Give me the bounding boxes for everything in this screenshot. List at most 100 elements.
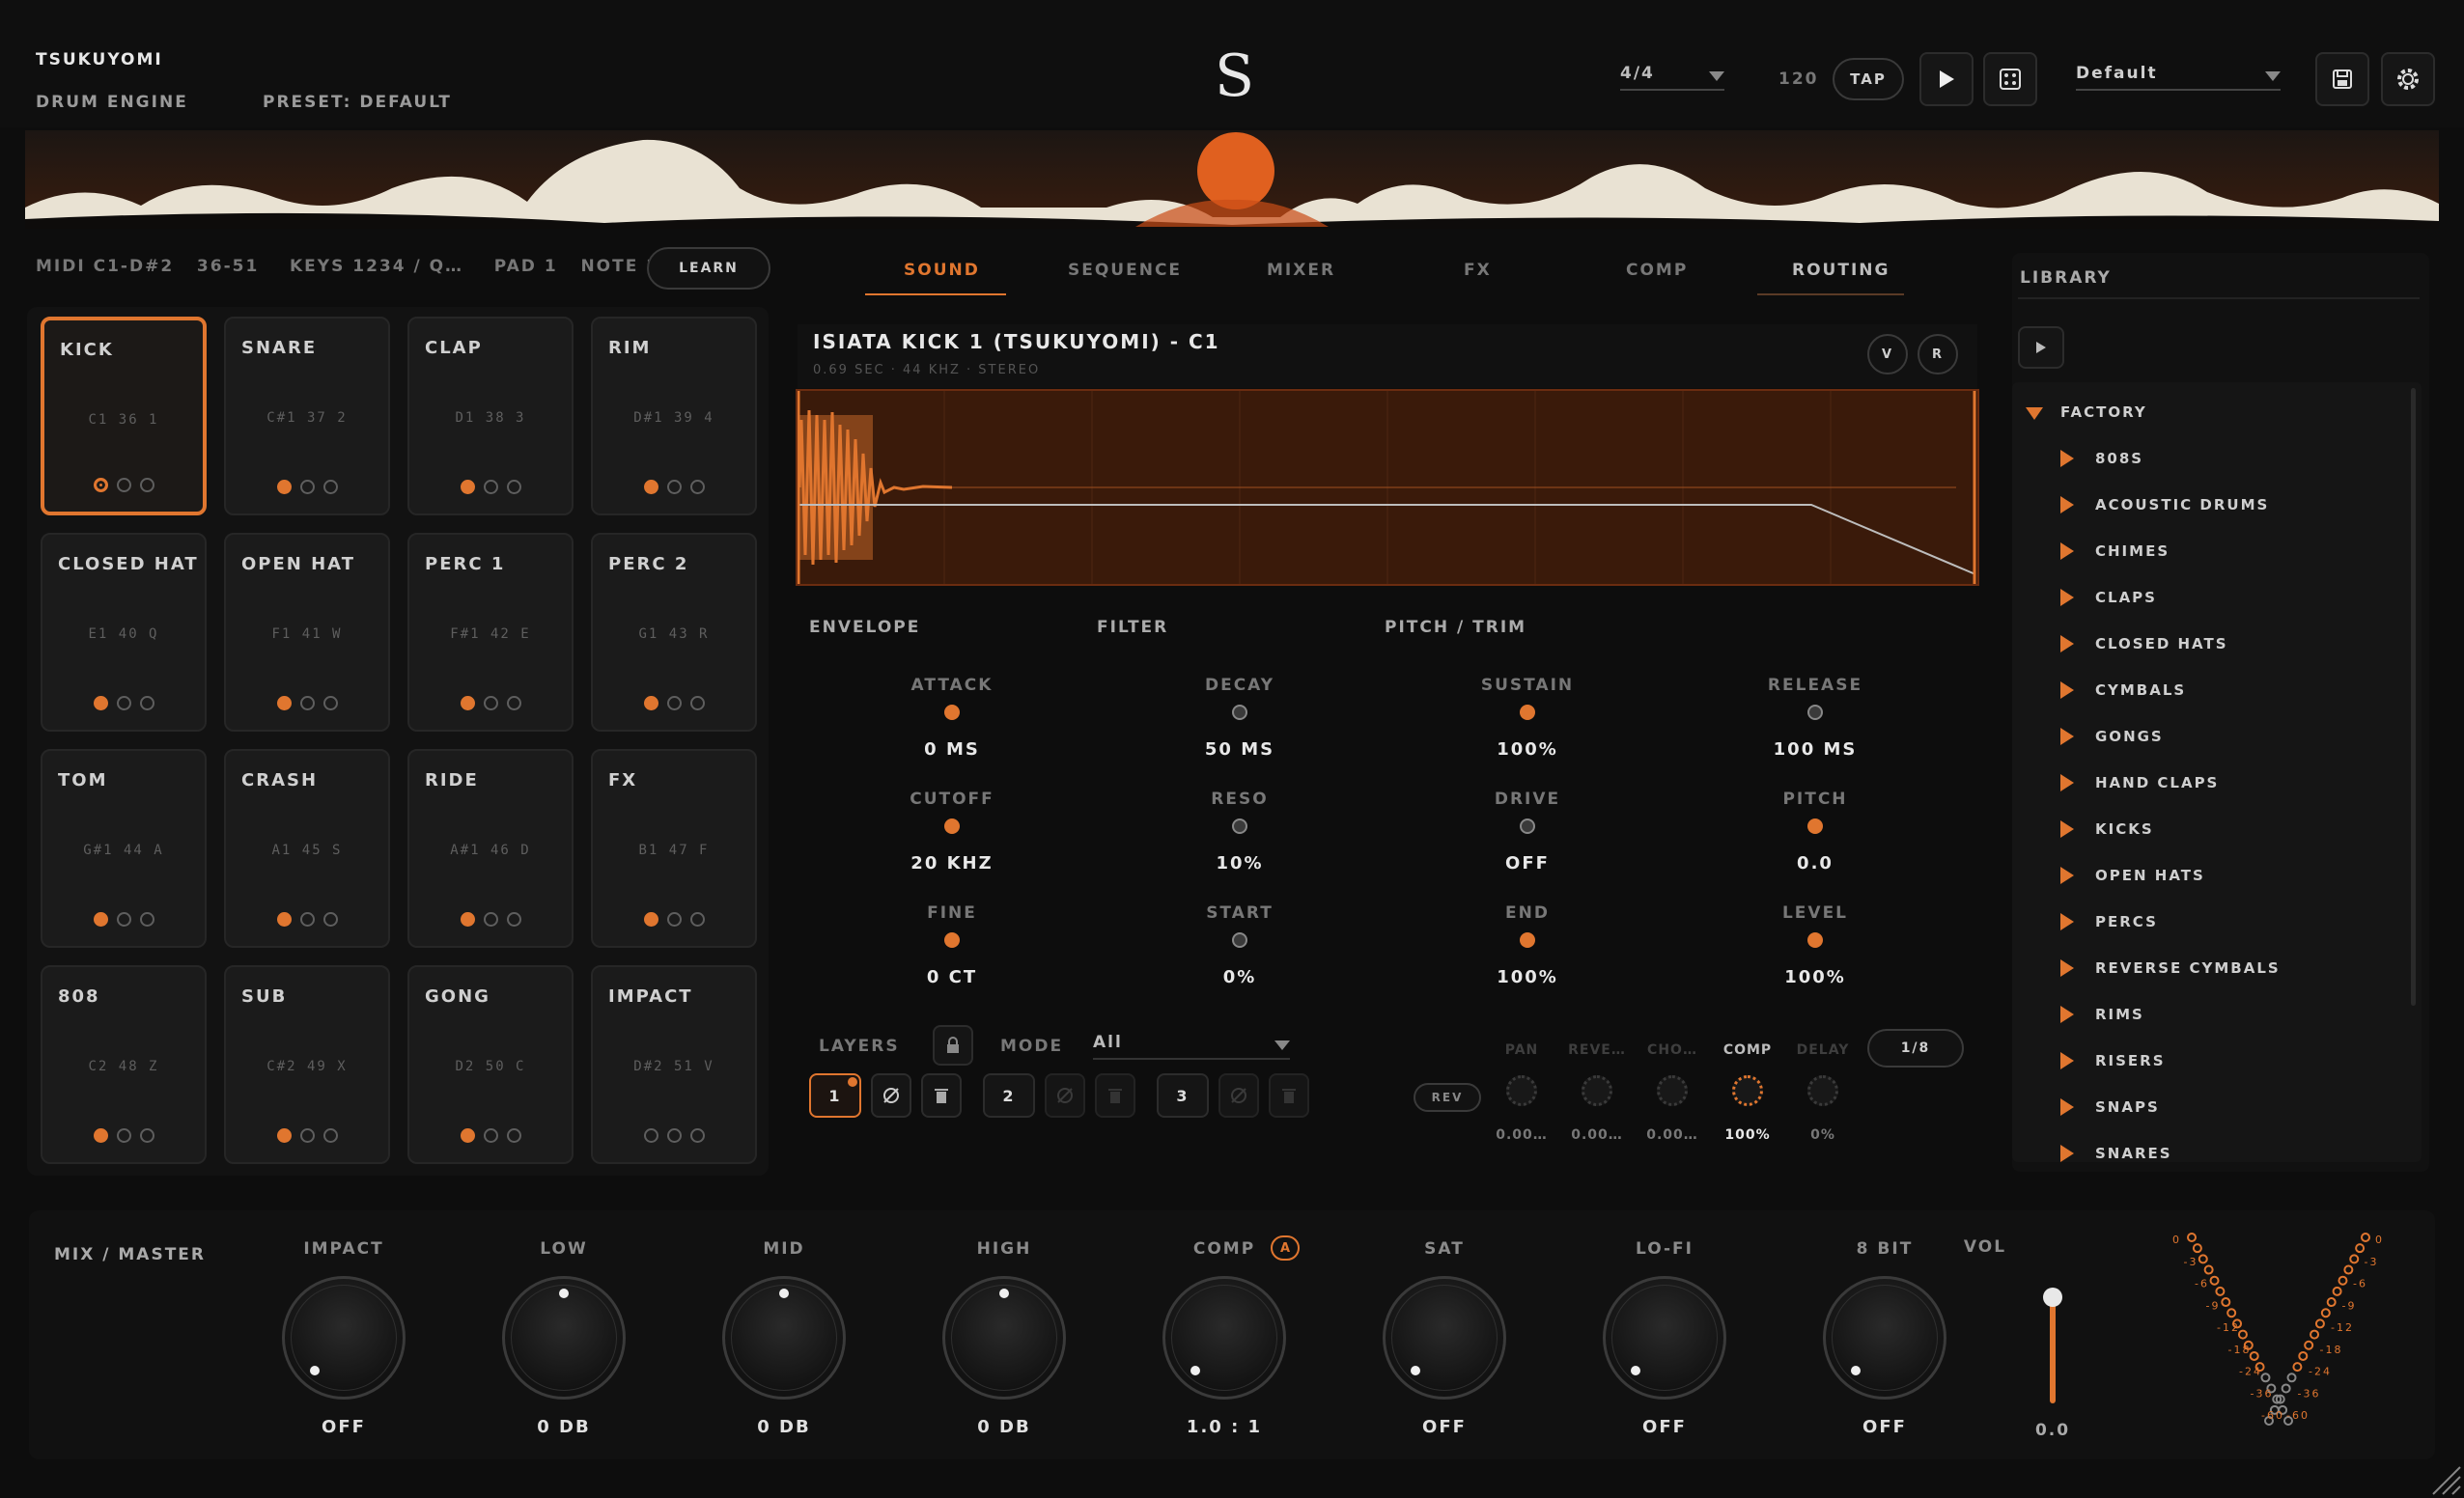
pad-clap[interactable]: CLAP D1 38 3 bbox=[407, 317, 574, 515]
settings-button[interactable] bbox=[2381, 52, 2435, 106]
fx-send-knob[interactable] bbox=[1657, 1075, 1688, 1106]
library-folder-factory[interactable]: FACTORY bbox=[2060, 403, 2147, 421]
expand-triangle-icon[interactable] bbox=[2060, 1006, 2074, 1023]
comp-auto-badge[interactable]: A bbox=[1271, 1235, 1300, 1261]
pad-perc-1[interactable]: PERC 1 F#1 42 E bbox=[407, 533, 574, 732]
bpm-value[interactable]: 120 bbox=[1778, 69, 1819, 89]
library-folder-open-hats[interactable]: OPEN HATS bbox=[2095, 867, 2205, 884]
reverse-button[interactable]: REV bbox=[1414, 1083, 1481, 1112]
tab-comp[interactable]: COMP bbox=[1626, 261, 1688, 280]
sustain-knob[interactable] bbox=[1520, 705, 1535, 720]
expand-triangle-icon[interactable] bbox=[2060, 1098, 2074, 1116]
pad-sub[interactable]: SUB C#2 49 X bbox=[224, 965, 390, 1164]
layer-3-phase-button[interactable] bbox=[1218, 1073, 1259, 1118]
library-folder-acoustic-drums[interactable]: ACOUSTIC DRUMS bbox=[2095, 496, 2269, 513]
expand-triangle-icon[interactable] bbox=[2060, 913, 2074, 930]
pad-crash[interactable]: CRASH A1 45 S bbox=[224, 749, 390, 948]
library-scrollbar[interactable] bbox=[2411, 388, 2416, 1006]
layer-2-phase-button[interactable] bbox=[1045, 1073, 1085, 1118]
layer-2-button[interactable]: 2 bbox=[983, 1073, 1035, 1118]
expand-triangle-icon[interactable] bbox=[2060, 589, 2074, 606]
mode-select[interactable]: All bbox=[1093, 1033, 1290, 1060]
drive-knob[interactable] bbox=[1520, 818, 1535, 834]
layer-3-button[interactable]: 3 bbox=[1157, 1073, 1209, 1118]
layer-1-phase-button[interactable] bbox=[871, 1073, 911, 1118]
library-folder-risers[interactable]: RISERS bbox=[2095, 1052, 2166, 1069]
tab-sound[interactable]: SOUND bbox=[904, 261, 980, 280]
library-folder-percs[interactable]: PERCS bbox=[2095, 913, 2158, 930]
expand-triangle-icon[interactable] bbox=[2026, 407, 2043, 420]
fx-send-knob[interactable] bbox=[1506, 1075, 1537, 1106]
time-signature-select[interactable]: 4/4 bbox=[1620, 64, 1724, 91]
tap-button[interactable]: TAP bbox=[1833, 58, 1904, 100]
library-folder-gongs[interactable]: GONGS bbox=[2095, 728, 2164, 745]
sync-rate-button[interactable]: 1/8 bbox=[1867, 1029, 1964, 1068]
library-preview-button[interactable] bbox=[2018, 326, 2064, 369]
expand-triangle-icon[interactable] bbox=[2060, 820, 2074, 838]
volume-slider-track[interactable] bbox=[2050, 1295, 2056, 1403]
randomize-button[interactable] bbox=[1983, 52, 2037, 106]
library-folder-snares[interactable]: SNARES bbox=[2095, 1145, 2172, 1162]
v-button[interactable]: V bbox=[1867, 334, 1908, 374]
expand-triangle-icon[interactable] bbox=[2060, 774, 2074, 791]
library-folder-808s[interactable]: 808S bbox=[2095, 450, 2143, 467]
library-folder-hand-claps[interactable]: HAND CLAPS bbox=[2095, 774, 2219, 791]
r-button[interactable]: R bbox=[1918, 334, 1958, 374]
level-knob[interactable] bbox=[1807, 932, 1823, 948]
reso-knob[interactable] bbox=[1232, 818, 1247, 834]
master-sat-knob[interactable] bbox=[1383, 1276, 1506, 1400]
release-knob[interactable] bbox=[1807, 705, 1823, 720]
master-lo-fi-knob[interactable] bbox=[1603, 1276, 1726, 1400]
decay-knob[interactable] bbox=[1232, 705, 1247, 720]
waveform-display[interactable] bbox=[796, 389, 1979, 586]
expand-triangle-icon[interactable] bbox=[2060, 635, 2074, 652]
library-folder-reverse-cymbals[interactable]: REVERSE CYMBALS bbox=[2095, 959, 2281, 977]
pad-gong[interactable]: GONG D2 50 C bbox=[407, 965, 574, 1164]
expand-triangle-icon[interactable] bbox=[2060, 450, 2074, 467]
expand-triangle-icon[interactable] bbox=[2060, 681, 2074, 699]
fine-knob[interactable] bbox=[944, 932, 960, 948]
pad-ride[interactable]: RIDE A#1 46 D bbox=[407, 749, 574, 948]
attack-knob[interactable] bbox=[944, 705, 960, 720]
library-folder-cymbals[interactable]: CYMBALS bbox=[2095, 681, 2186, 699]
tab-routing[interactable]: ROUTING bbox=[1792, 261, 1890, 280]
expand-triangle-icon[interactable] bbox=[2060, 1145, 2074, 1162]
volume-slider-handle[interactable] bbox=[2043, 1288, 2062, 1307]
tab-mixer[interactable]: MIXER bbox=[1267, 261, 1335, 280]
layer-2-delete-button[interactable] bbox=[1095, 1073, 1135, 1118]
pad-closed-hat[interactable]: CLOSED HAT E1 40 Q bbox=[41, 533, 207, 732]
expand-triangle-icon[interactable] bbox=[2060, 959, 2074, 977]
end-knob[interactable] bbox=[1520, 932, 1535, 948]
library-folder-claps[interactable]: CLAPS bbox=[2095, 589, 2157, 606]
tab-sequence[interactable]: SEQUENCE bbox=[1068, 261, 1182, 280]
tab-fx[interactable]: FX bbox=[1464, 261, 1492, 280]
fx-send-knob[interactable] bbox=[1582, 1075, 1612, 1106]
master-8-bit-knob[interactable] bbox=[1823, 1276, 1946, 1400]
resize-handle-icon[interactable] bbox=[2429, 1459, 2462, 1496]
pad-rim[interactable]: RIM D#1 39 4 bbox=[591, 317, 757, 515]
pad-fx[interactable]: FX B1 47 F bbox=[591, 749, 757, 948]
start-knob[interactable] bbox=[1232, 932, 1247, 948]
library-folder-chimes[interactable]: CHIMES bbox=[2095, 542, 2170, 560]
pad-perc-2[interactable]: PERC 2 G1 43 R bbox=[591, 533, 757, 732]
expand-triangle-icon[interactable] bbox=[2060, 728, 2074, 745]
library-folder-snaps[interactable]: SNAPS bbox=[2095, 1098, 2160, 1116]
layer-3-delete-button[interactable] bbox=[1269, 1073, 1309, 1118]
pad-open-hat[interactable]: OPEN HAT F1 41 W bbox=[224, 533, 390, 732]
library-folder-rims[interactable]: RIMS bbox=[2095, 1006, 2144, 1023]
pad-impact[interactable]: IMPACT D#2 51 V bbox=[591, 965, 757, 1164]
library-folder-closed-hats[interactable]: CLOSED HATS bbox=[2095, 635, 2228, 652]
master-comp-knob[interactable] bbox=[1162, 1276, 1286, 1400]
layer-lock-button[interactable] bbox=[933, 1025, 973, 1066]
pad-808[interactable]: 808 C2 48 Z bbox=[41, 965, 207, 1164]
expand-triangle-icon[interactable] bbox=[2060, 542, 2074, 560]
layer-1-delete-button[interactable] bbox=[921, 1073, 962, 1118]
expand-triangle-icon[interactable] bbox=[2060, 1052, 2074, 1069]
pad-snare[interactable]: SNARE C#1 37 2 bbox=[224, 317, 390, 515]
master-impact-knob[interactable] bbox=[282, 1276, 406, 1400]
fx-send-knob[interactable] bbox=[1807, 1075, 1838, 1106]
cutoff-knob[interactable] bbox=[944, 818, 960, 834]
play-button[interactable] bbox=[1919, 52, 1974, 106]
pitch-knob[interactable] bbox=[1807, 818, 1823, 834]
library-folder-kicks[interactable]: KICKS bbox=[2095, 820, 2154, 838]
